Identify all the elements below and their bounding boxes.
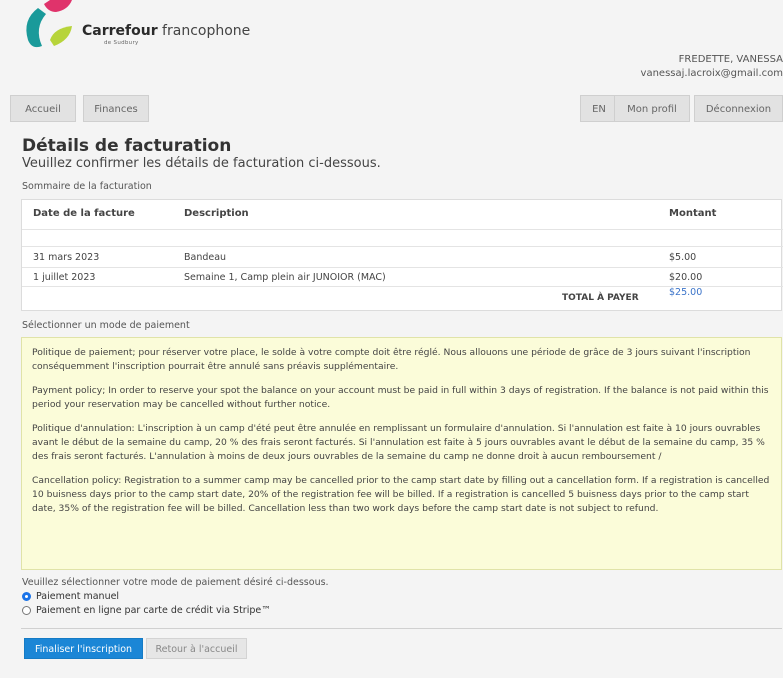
billing-summary-label: Sommaire de la facturation bbox=[22, 181, 152, 192]
row-1-description: Bandeau bbox=[184, 252, 227, 263]
user-name: FREDETTE, VANESSA bbox=[678, 54, 783, 65]
table-divider bbox=[22, 229, 783, 230]
total-label: TOTAL À PAYER bbox=[562, 293, 639, 303]
column-header-description: Description bbox=[184, 208, 249, 219]
nav-profile-button[interactable]: Mon profil bbox=[614, 95, 690, 122]
brand-name-light: francophone bbox=[157, 23, 251, 39]
policy-payment-en: Payment policy; In order to reserve your… bbox=[32, 385, 769, 410]
billing-table: Date de la facture Description Montant 3… bbox=[21, 199, 783, 311]
header: Carrefour francophone de Sudbury FREDETT… bbox=[0, 0, 783, 92]
logo-teal-shape bbox=[26, 8, 46, 48]
finalize-registration-button[interactable]: Finaliser l'inscription bbox=[24, 638, 143, 659]
row-1-amount: $5.00 bbox=[669, 252, 697, 263]
payment-option-manual[interactable]: Paiement manuel bbox=[22, 591, 119, 602]
row-2-description: Semaine 1, Camp plein air JUNOIOR (MAC) bbox=[184, 272, 386, 283]
nav-accueil-button[interactable]: Accueil bbox=[10, 95, 76, 122]
radio-manual[interactable] bbox=[22, 592, 31, 601]
user-email: vanessaj.lacroix@gmail.com bbox=[640, 68, 783, 79]
row-1-date: 31 mars 2023 bbox=[33, 252, 100, 263]
nav-finances-button[interactable]: Finances bbox=[83, 95, 149, 122]
nav-language-button[interactable]: EN bbox=[580, 95, 618, 122]
back-to-home-button[interactable]: Retour à l'accueil bbox=[146, 638, 247, 659]
table-divider bbox=[22, 267, 783, 268]
brand-name: Carrefour francophone bbox=[82, 23, 250, 39]
payment-option-stripe-label[interactable]: Paiement en ligne par carte de crédit vi… bbox=[36, 605, 271, 616]
column-header-date: Date de la facture bbox=[33, 208, 135, 219]
payment-option-stripe[interactable]: Paiement en ligne par carte de crédit vi… bbox=[22, 605, 271, 616]
row-2-date: 1 juillet 2023 bbox=[33, 272, 96, 283]
payment-method-label: Veuillez sélectionner votre mode de paie… bbox=[22, 577, 329, 588]
policy-cancellation-en: Cancellation policy: Registration to a s… bbox=[32, 475, 770, 514]
payment-section-label: Sélectionner un mode de paiement bbox=[22, 320, 190, 331]
row-2-amount: $20.00 bbox=[669, 272, 703, 283]
page: Carrefour francophone de Sudbury FREDETT… bbox=[0, 0, 783, 678]
brand-logo[interactable] bbox=[20, 0, 80, 52]
navbar: Accueil Finances EN Mon profil Déconnexi… bbox=[10, 95, 783, 126]
actions-divider bbox=[21, 628, 782, 629]
table-divider bbox=[22, 246, 783, 247]
brand-subtitle: de Sudbury bbox=[104, 40, 139, 46]
policy-annulation-fr: Politique d'annulation: L'inscription à … bbox=[32, 423, 765, 462]
nav-logout-button[interactable]: Déconnexion bbox=[694, 95, 783, 122]
policy-paiement-fr: Politique de paiement; pour réserver vot… bbox=[32, 347, 751, 372]
total-value: $25.00 bbox=[669, 287, 703, 298]
page-title: Détails de facturation bbox=[22, 136, 232, 156]
column-header-amount: Montant bbox=[669, 208, 717, 219]
brand-name-bold: Carrefour bbox=[82, 23, 158, 39]
logo-green-shape bbox=[50, 26, 72, 46]
page-subtitle: Veuillez confirmer les détails de factur… bbox=[22, 156, 381, 171]
payment-policy-box: Politique de paiement; pour réserver vot… bbox=[21, 337, 782, 570]
payment-option-manual-label[interactable]: Paiement manuel bbox=[36, 591, 119, 602]
logo-pink-shape bbox=[44, 0, 72, 12]
radio-stripe[interactable] bbox=[22, 606, 31, 615]
